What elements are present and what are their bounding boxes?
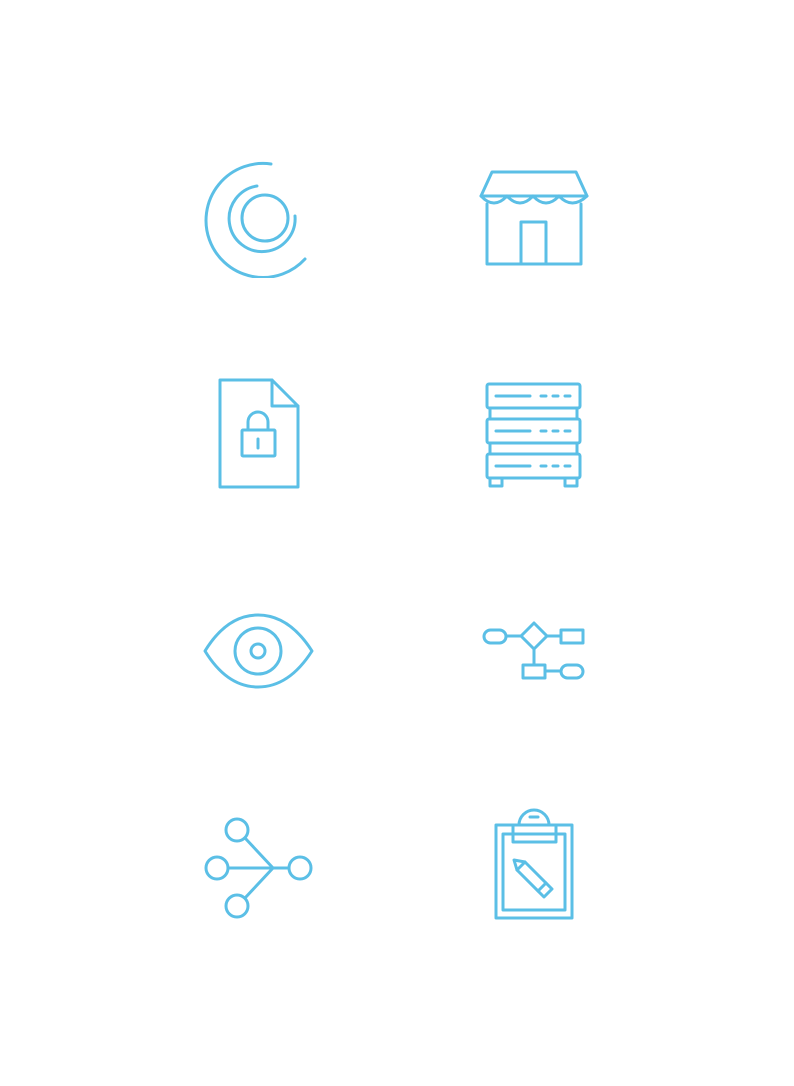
locked-document-icon (199, 374, 319, 494)
storefront-icon (474, 158, 594, 278)
icon-grid (0, 0, 794, 1086)
flowchart-icon (474, 591, 594, 711)
concentric-arcs-icon (199, 158, 319, 278)
server-rack-icon (474, 374, 594, 494)
clipboard-pencil-icon (474, 807, 594, 927)
eye-icon (199, 591, 319, 711)
branching-nodes-icon (199, 807, 319, 927)
